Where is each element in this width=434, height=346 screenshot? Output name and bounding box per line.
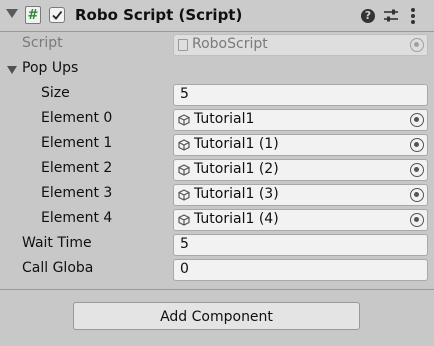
element-label: Element 2 <box>41 160 113 176</box>
element-row: Element 1 Tutorial1 (1) <box>0 133 434 158</box>
foldout-expanded-icon[interactable] <box>7 66 17 74</box>
wait-time-row: Wait Time 5 <box>0 233 434 258</box>
object-picker-icon[interactable] <box>410 113 424 127</box>
gameobject-icon <box>178 114 190 126</box>
add-component-button[interactable]: Add Component <box>73 302 360 330</box>
call-global-label: Call Globa <box>22 260 94 276</box>
element-value: Tutorial1 (1) <box>194 136 279 152</box>
element-value: Tutorial1 <box>194 111 255 127</box>
wait-time-label: Wait Time <box>22 235 92 251</box>
wait-time-input[interactable]: 5 <box>173 234 428 256</box>
call-global-input[interactable]: 0 <box>173 259 428 281</box>
element-object-field[interactable]: Tutorial1 <box>173 109 428 131</box>
checkmark-icon <box>52 10 63 20</box>
element-row: Element 3 Tutorial1 (3) <box>0 183 434 208</box>
object-picker-icon[interactable] <box>410 213 424 227</box>
wait-time-value: 5 <box>180 236 189 252</box>
element-object-field[interactable]: Tutorial1 (4) <box>173 209 428 231</box>
gameobject-icon <box>178 139 190 151</box>
element-label: Element 4 <box>41 210 113 226</box>
element-object-field[interactable]: Tutorial1 (2) <box>173 159 428 181</box>
element-label: Element 3 <box>41 185 113 201</box>
section-divider <box>0 289 434 290</box>
inspector-component-panel: # Robo Script (Script) ? Script RoboScri… <box>0 0 434 346</box>
gameobject-icon <box>178 164 190 176</box>
call-global-row: Call Globa 0 <box>0 258 434 283</box>
element-object-field[interactable]: Tutorial1 (3) <box>173 184 428 206</box>
script-icon: # <box>25 6 41 24</box>
size-label: Size <box>41 85 70 101</box>
script-label: Script <box>22 35 63 51</box>
script-field: RoboScript <box>173 34 428 56</box>
element-row: Element 0 Tutorial1 <box>0 108 434 133</box>
element-label: Element 0 <box>41 110 113 126</box>
object-picker-icon[interactable] <box>410 163 424 177</box>
enabled-checkbox[interactable] <box>49 7 65 23</box>
element-value: Tutorial1 (3) <box>194 186 279 202</box>
element-label: Element 1 <box>41 135 113 151</box>
size-row: Size 5 <box>0 83 434 108</box>
help-icon[interactable]: ? <box>361 9 375 23</box>
object-picker-icon[interactable] <box>410 138 424 152</box>
gameobject-icon <box>178 189 190 201</box>
foldout-icon[interactable] <box>6 9 18 18</box>
element-row: Element 4 Tutorial1 (4) <box>0 208 434 233</box>
element-row: Element 2 Tutorial1 (2) <box>0 158 434 183</box>
context-menu-icon[interactable] <box>410 8 416 24</box>
presets-icon[interactable] <box>383 8 399 24</box>
gameobject-icon <box>178 214 190 226</box>
script-file-icon <box>178 39 188 51</box>
size-input[interactable]: 5 <box>173 84 428 106</box>
script-value: RoboScript <box>192 36 268 52</box>
element-value: Tutorial1 (4) <box>194 211 279 227</box>
object-picker-icon <box>410 38 424 52</box>
popups-label: Pop Ups <box>22 60 79 76</box>
component-header[interactable]: # Robo Script (Script) ? <box>0 0 434 32</box>
element-object-field[interactable]: Tutorial1 (1) <box>173 134 428 156</box>
size-value: 5 <box>180 86 189 102</box>
element-value: Tutorial1 (2) <box>194 161 279 177</box>
call-global-value: 0 <box>180 261 189 277</box>
component-title: Robo Script (Script) <box>75 6 243 24</box>
script-row: Script RoboScript <box>0 33 434 58</box>
popups-foldout[interactable]: Pop Ups <box>0 58 434 83</box>
object-picker-icon[interactable] <box>410 188 424 202</box>
